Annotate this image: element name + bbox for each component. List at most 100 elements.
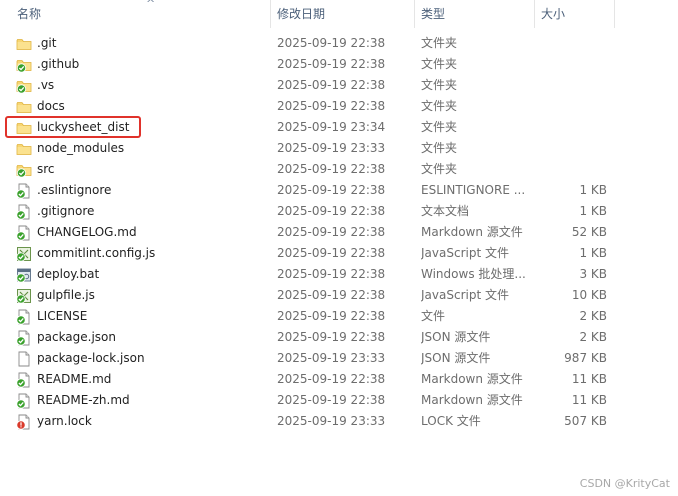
file-synced-icon	[16, 204, 32, 220]
file-date-modified: 2025-09-19 23:33	[277, 351, 386, 365]
file-row[interactable]: src 2025-09-19 22:38 文件夹	[0, 159, 678, 180]
file-date-modified: 2025-09-19 23:34	[277, 120, 386, 134]
file-row[interactable]: README-zh.md 2025-09-19 22:38 Markdown 源文件…	[0, 390, 678, 411]
file-size	[540, 96, 607, 117]
file-date-modified: 2025-09-19 22:38	[277, 267, 386, 281]
file-type: 文件夹	[421, 99, 458, 113]
file-size: 11 KB	[571, 393, 607, 407]
file-size: 10 KB	[571, 288, 607, 302]
column-header-date[interactable]: 修改日期	[272, 0, 414, 28]
column-header-type-label: 类型	[421, 7, 446, 21]
file-row[interactable]: package.json 2025-09-19 22:38 JSON 源文件 2 KB	[0, 327, 678, 348]
file-synced-icon	[16, 225, 32, 241]
file-date-modified: 2025-09-19 22:38	[277, 57, 386, 71]
file-type: ESLINTIGNORE ...	[421, 183, 526, 197]
file-date-modified: 2025-09-19 22:38	[277, 99, 386, 113]
file-date-modified: 2025-09-19 22:38	[277, 309, 386, 323]
file-row[interactable]: deploy.bat 2025-09-19 22:38 Windows 批处理...…	[0, 264, 678, 285]
file-synced-icon	[16, 393, 32, 409]
file-name: .github	[37, 57, 80, 71]
file-size: 1 KB	[579, 246, 607, 260]
column-divider[interactable]	[534, 0, 535, 28]
file-size	[540, 54, 607, 75]
file-row[interactable]: .git 2025-09-19 22:38 文件夹	[0, 33, 678, 54]
file-type: JavaScript 文件	[421, 246, 509, 260]
file-type: 文件夹	[421, 162, 458, 176]
file-date-modified: 2025-09-19 22:38	[277, 162, 386, 176]
script-synced-icon	[16, 246, 32, 262]
batch-synced-icon	[16, 267, 32, 283]
file-row[interactable]: yarn.lock 2025-09-19 23:33 LOCK 文件 507 KB	[0, 411, 678, 432]
file-size: 3 KB	[579, 267, 607, 281]
folder-icon	[16, 141, 32, 157]
file-type: 文件夹	[421, 57, 458, 71]
file-row[interactable]: .vs 2025-09-19 22:38 文件夹	[0, 75, 678, 96]
file-synced-icon	[16, 372, 32, 388]
file-name: yarn.lock	[37, 414, 92, 428]
file-size: 1 KB	[579, 183, 607, 197]
sort-ascending-icon: ^	[146, 0, 156, 10]
column-header-name[interactable]: 名称 ^	[12, 0, 270, 28]
file-row[interactable]: docs 2025-09-19 22:38 文件夹	[0, 96, 678, 117]
file-row[interactable]: commitlint.config.js 2025-09-19 22:38 Java…	[0, 243, 678, 264]
file-name: .git	[37, 36, 57, 50]
highlight-annotation-box	[5, 116, 141, 138]
file-name: deploy.bat	[37, 267, 100, 281]
file-name: .gitignore	[37, 204, 95, 218]
column-header-type[interactable]: 类型	[416, 0, 534, 28]
file-size: 52 KB	[571, 225, 607, 239]
column-header-date-label: 修改日期	[277, 7, 326, 21]
file-name: gulpfile.js	[37, 288, 95, 302]
file-size: 11 KB	[571, 372, 607, 386]
column-divider[interactable]	[270, 0, 271, 28]
file-type: 文件夹	[421, 78, 458, 92]
file-type: JavaScript 文件	[421, 288, 509, 302]
folder-synced-icon	[16, 78, 32, 94]
file-date-modified: 2025-09-19 22:38	[277, 204, 386, 218]
file-type: JSON 源文件	[421, 351, 491, 365]
file-synced-icon	[16, 183, 32, 199]
file-size: 2 KB	[579, 330, 607, 344]
file-row[interactable]: node_modules 2025-09-19 23:33 文件夹	[0, 138, 678, 159]
folder-icon	[16, 36, 32, 52]
file-date-modified: 2025-09-19 22:38	[277, 393, 386, 407]
column-header-name-label: 名称	[17, 7, 42, 21]
file-name: commitlint.config.js	[37, 246, 156, 260]
file-size	[540, 117, 607, 138]
script-synced-icon	[16, 288, 32, 304]
file-synced-icon	[16, 309, 32, 325]
column-header-bar: 名称 ^ 修改日期 类型 大小	[0, 0, 678, 28]
file-date-modified: 2025-09-19 23:33	[277, 141, 386, 155]
file-row[interactable]: package-lock.json 2025-09-19 23:33 JSON 源文…	[0, 348, 678, 369]
file-row[interactable]: LICENSE 2025-09-19 22:38 文件 2 KB	[0, 306, 678, 327]
file-row[interactable]: README.md 2025-09-19 22:38 Markdown 源文件 11 …	[0, 369, 678, 390]
file-name: CHANGELOG.md	[37, 225, 137, 239]
file-type: 文件夹	[421, 141, 458, 155]
file-row[interactable]: gulpfile.js 2025-09-19 22:38 JavaScript 文件…	[0, 285, 678, 306]
file-date-modified: 2025-09-19 22:38	[277, 372, 386, 386]
file-date-modified: 2025-09-19 22:38	[277, 246, 386, 260]
file-type: JSON 源文件	[421, 330, 491, 344]
file-size: 507 KB	[564, 414, 607, 428]
file-type: 文件夹	[421, 120, 458, 134]
file-name: docs	[37, 99, 65, 113]
file-size: 1 KB	[579, 204, 607, 218]
file-size	[540, 138, 607, 159]
column-divider[interactable]	[614, 0, 615, 28]
file-row[interactable]: .gitignore 2025-09-19 22:38 文本文档 1 KB	[0, 201, 678, 222]
file-row[interactable]: CHANGELOG.md 2025-09-19 22:38 Markdown 源文件…	[0, 222, 678, 243]
column-header-size-label: 大小	[541, 7, 566, 21]
watermark: CSDN @KrityCat	[579, 477, 670, 490]
file-date-modified: 2025-09-19 23:33	[277, 414, 386, 428]
file-name: .vs	[37, 78, 55, 92]
column-header-size[interactable]: 大小	[536, 0, 614, 28]
file-row[interactable]: .eslintignore 2025-09-19 22:38 ESLINTIGNOR…	[0, 180, 678, 201]
file-row[interactable]: .github 2025-09-19 22:38 文件夹	[0, 54, 678, 75]
file-name: src	[37, 162, 55, 176]
file-error-icon	[16, 414, 32, 430]
column-divider[interactable]	[414, 0, 415, 28]
folder-synced-icon	[16, 162, 32, 178]
file-icon	[16, 351, 32, 367]
file-size	[540, 33, 607, 54]
file-type: Markdown 源文件	[421, 393, 523, 407]
